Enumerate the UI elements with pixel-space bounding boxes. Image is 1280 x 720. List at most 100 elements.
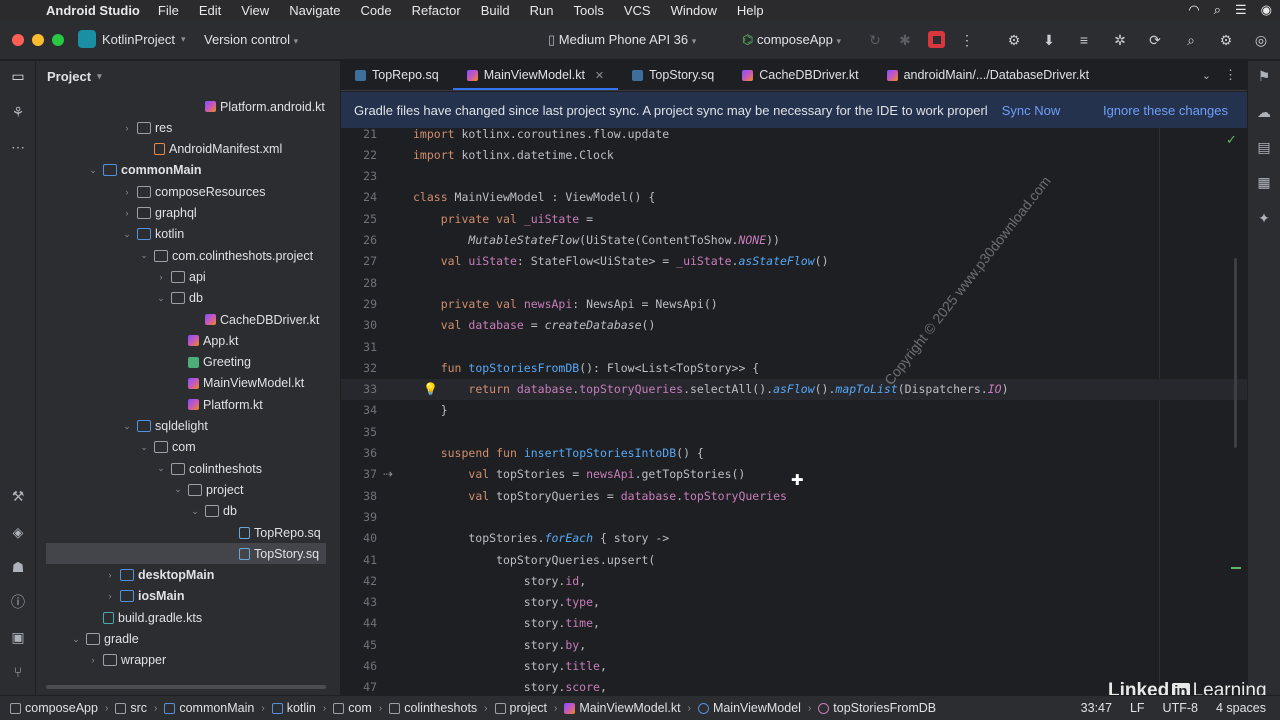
version-control-widget[interactable]: Version control ▾: [204, 32, 298, 47]
tree-item[interactable]: build.gradle.kts: [36, 607, 340, 628]
tree-item[interactable]: › graphql: [36, 203, 340, 224]
breadcrumb-item[interactable]: src: [115, 701, 147, 715]
tree-item[interactable]: ⌄ com: [36, 437, 340, 458]
control-center-icon[interactable]: ☰: [1235, 2, 1247, 18]
line-number[interactable]: 28: [341, 276, 377, 290]
tree-item[interactable]: › iosMain: [36, 586, 340, 607]
line-number[interactable]: 34: [341, 403, 377, 417]
tree-item[interactable]: › composeResources: [36, 181, 340, 202]
debug-icon[interactable]: ✱: [896, 31, 914, 49]
tree-item[interactable]: ⌄ commonMain: [36, 160, 340, 181]
chevron-down-icon[interactable]: ⌄: [121, 229, 133, 240]
tree-item[interactable]: ⌄ colintheshots: [36, 458, 340, 479]
caret-position[interactable]: 33:47: [1081, 701, 1112, 715]
project-switcher[interactable]: KotlinProject ▾: [78, 30, 186, 48]
code-line[interactable]: 32 fun topStoriesFromDB(): Flow<List<Top…: [341, 357, 1247, 378]
menu-tools[interactable]: Tools: [574, 3, 604, 18]
search-everywhere-icon[interactable]: ⌕: [1182, 31, 1200, 49]
editor-tab[interactable]: TopRepo.sq: [341, 60, 453, 90]
notifications-bell-icon[interactable]: ⚑: [1255, 67, 1273, 85]
line-number[interactable]: 32: [341, 361, 377, 375]
tree-item[interactable]: › api: [36, 266, 340, 287]
code-line[interactable]: 39: [341, 506, 1247, 527]
menu-build[interactable]: Build: [481, 3, 510, 18]
line-number[interactable]: 29: [341, 297, 377, 311]
device-manager-icon[interactable]: ⚙: [1005, 31, 1023, 49]
chevron-down-icon[interactable]: ⌄: [172, 484, 184, 495]
chevron-right-icon[interactable]: ›: [155, 272, 167, 282]
tree-item[interactable]: ⌄ db: [36, 288, 340, 309]
gemini-icon[interactable]: ◈: [9, 523, 27, 541]
chevron-down-icon[interactable]: ⌄: [1202, 69, 1211, 82]
device-mirroring-icon[interactable]: ▤: [1255, 138, 1273, 156]
code-line[interactable]: 33 💡 return database.topStoryQueries.sele…: [341, 378, 1247, 400]
tree-item[interactable]: Greeting: [36, 352, 340, 373]
close-tab-icon[interactable]: ✕: [595, 69, 604, 82]
code-line[interactable]: 46 story.title,: [341, 656, 1247, 677]
tree-item[interactable]: ⌄ com.colintheshots.project: [36, 245, 340, 266]
chevron-right-icon[interactable]: ›: [121, 187, 133, 197]
tree-item[interactable]: MainViewModel.kt: [36, 373, 340, 394]
code-line[interactable]: 43 story.type,: [341, 592, 1247, 613]
line-number[interactable]: 41: [341, 553, 377, 567]
horizontal-scrollbar[interactable]: [46, 685, 326, 689]
zoom-window-button[interactable]: [52, 34, 64, 46]
breadcrumb-item[interactable]: MainViewModel: [697, 701, 801, 715]
line-number[interactable]: 30: [341, 318, 377, 332]
chevron-down-icon[interactable]: ⌄: [138, 442, 150, 453]
line-number[interactable]: 25: [341, 212, 377, 226]
menu-navigate[interactable]: Navigate: [289, 3, 340, 18]
ignore-changes-link[interactable]: Ignore these changes: [1103, 103, 1228, 118]
tree-item[interactable]: Platform.kt: [36, 394, 340, 415]
line-number[interactable]: 39: [341, 510, 377, 524]
siri-icon[interactable]: ◉: [1261, 2, 1272, 18]
gemini-sparkle-icon[interactable]: ✦: [1255, 209, 1273, 227]
spotlight-search-icon[interactable]: ⌕: [1214, 2, 1221, 18]
code-line[interactable]: 25 private val _uiState =: [341, 208, 1247, 229]
line-number[interactable]: 31: [341, 340, 377, 354]
logcat-icon[interactable]: ☗: [9, 558, 27, 576]
code-line[interactable]: 44 story.time,: [341, 613, 1247, 634]
code-line[interactable]: 45 story.by,: [341, 634, 1247, 655]
rerun-icon[interactable]: ↻: [866, 31, 884, 49]
editor-tab[interactable]: MainViewModel.kt ✕: [452, 60, 619, 90]
line-number[interactable]: 21: [341, 128, 377, 141]
menu-refactor[interactable]: Refactor: [412, 3, 461, 18]
line-number[interactable]: 43: [341, 595, 377, 609]
layout-inspector-icon[interactable]: ≡: [1075, 31, 1093, 49]
line-number[interactable]: 27: [341, 254, 377, 268]
breadcrumb-item[interactable]: commonMain: [164, 701, 254, 715]
code-line[interactable]: 23: [341, 166, 1247, 187]
breadcrumb-item[interactable]: composeApp: [10, 701, 98, 715]
tree-item[interactable]: ⌄ db: [36, 501, 340, 522]
breadcrumb-item[interactable]: com: [333, 701, 372, 715]
code-line[interactable]: 31: [341, 336, 1247, 357]
chevron-down-icon[interactable]: ⌄: [189, 506, 201, 517]
plugins-icon[interactable]: ✲: [1111, 31, 1129, 49]
tree-item[interactable]: App.kt: [36, 330, 340, 351]
tree-item[interactable]: AndroidManifest.xml: [36, 139, 340, 160]
more-actions-icon[interactable]: ⋮: [958, 31, 976, 49]
line-number[interactable]: 42: [341, 574, 377, 588]
device-selector[interactable]: ▯ Medium Phone API 36 ▾: [548, 32, 696, 48]
more-tools-icon[interactable]: ⋯: [9, 138, 27, 156]
running-devices-icon[interactable]: ▦: [1255, 173, 1273, 191]
menu-view[interactable]: View: [241, 3, 269, 18]
chevron-down-icon[interactable]: ⌄: [87, 165, 99, 176]
indent-setting[interactable]: 4 spaces: [1216, 701, 1266, 715]
line-number[interactable]: 33: [341, 382, 377, 396]
file-encoding[interactable]: UTF-8: [1163, 701, 1198, 715]
more-actions-icon[interactable]: ⋮: [1224, 67, 1237, 83]
line-number[interactable]: 40: [341, 531, 377, 545]
line-number[interactable]: 23: [341, 169, 377, 183]
code-line[interactable]: 34 }: [341, 400, 1247, 421]
code-line[interactable]: 42 story.id,: [341, 570, 1247, 591]
chevron-down-icon[interactable]: ⌄: [155, 463, 167, 474]
ai-assistant-icon[interactable]: ◎: [1252, 31, 1270, 49]
line-number[interactable]: 22: [341, 148, 377, 162]
menu-edit[interactable]: Edit: [199, 3, 221, 18]
line-separator[interactable]: LF: [1130, 701, 1145, 715]
chevron-down-icon[interactable]: ⌄: [138, 250, 150, 261]
tree-item[interactable]: Platform.android.kt: [36, 96, 340, 117]
chevron-right-icon[interactable]: ›: [121, 123, 133, 133]
